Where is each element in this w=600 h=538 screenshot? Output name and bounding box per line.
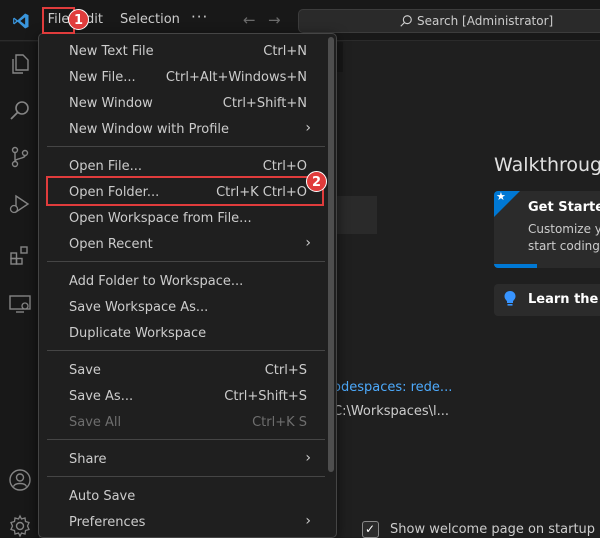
chevron-right-icon: › [305, 513, 311, 529]
recent-item-path: C:\Workspaces\l... [333, 404, 450, 419]
menu-item-shortcut: Ctrl+O [262, 159, 307, 174]
menu-separator [47, 476, 325, 477]
menu-item-share[interactable]: Share › [39, 446, 327, 472]
menu-item-label: New Window with Profile [69, 122, 230, 137]
search-sidebar-icon[interactable] [8, 98, 32, 122]
open-folder-highlight [46, 176, 324, 206]
menu-item-shortcut: Ctrl+Shift+S [224, 389, 307, 404]
menu-item-label: Duplicate Workspace [69, 326, 207, 341]
menu-item-label: Save Workspace As... [69, 300, 209, 315]
menu-item-save-all: Save All Ctrl+K S [39, 409, 327, 435]
menu-item-label: New Text File [69, 44, 154, 59]
forward-arrow-icon[interactable]: → [268, 11, 281, 29]
star-icon: ★ [496, 191, 506, 203]
learn-fundamentals-title: Learn the Fu [528, 292, 600, 307]
menu-item-label: Save [69, 363, 101, 378]
menu-item-add-folder-to-workspace[interactable]: Add Folder to Workspace... [39, 268, 327, 294]
account-icon[interactable] [8, 468, 32, 492]
chevron-right-icon: › [305, 235, 311, 251]
menu-item-open-workspace-from-file[interactable]: Open Workspace from File... [39, 205, 327, 231]
explorer-icon[interactable] [8, 52, 32, 76]
get-started-card[interactable]: ★ Get Started Customize y start coding [494, 191, 600, 268]
vscode-logo-icon [13, 13, 29, 29]
chevron-right-icon: › [305, 120, 311, 136]
show-welcome-checkbox[interactable]: ✓ [362, 521, 379, 538]
menu-item-open-recent[interactable]: Open Recent › [39, 231, 327, 257]
menu-item-label: Share [69, 452, 107, 467]
menu-item-label: Open Workspace from File... [69, 211, 252, 226]
step-badge-1: 1 [68, 9, 89, 30]
menu-item-shortcut: Ctrl+Shift+N [222, 96, 307, 111]
source-control-icon[interactable] [8, 145, 32, 169]
menu-item-preferences[interactable]: Preferences › [39, 509, 327, 535]
get-started-progress [494, 264, 537, 268]
menu-item-label: Save All [69, 415, 122, 430]
menu-item-auto-save[interactable]: Auto Save [39, 483, 327, 509]
step-badge-2: 2 [306, 171, 327, 192]
menu-scrollbar[interactable] [328, 37, 334, 472]
show-welcome-label: Show welcome page on startup [390, 522, 596, 537]
menu-item-save-as[interactable]: Save As... Ctrl+Shift+S [39, 383, 327, 409]
search-text: Search [Administrator] [417, 14, 554, 28]
command-center-search[interactable]: Search [Administrator] [298, 9, 600, 33]
get-started-description: Customize y [528, 222, 600, 236]
menu-item-save[interactable]: Save Ctrl+S [39, 357, 327, 383]
back-arrow-icon[interactable]: ← [243, 11, 256, 29]
menu-separator [47, 146, 325, 147]
run-debug-icon[interactable] [8, 192, 32, 216]
menu-item-new-window[interactable]: New Window Ctrl+Shift+N [39, 90, 327, 116]
get-started-description-2: start coding [528, 239, 600, 253]
menu-item-new-text-file[interactable]: New Text File Ctrl+N [39, 38, 327, 64]
menu-item-shortcut: Ctrl+N [263, 44, 307, 59]
search-icon [400, 15, 412, 27]
check-icon: ✓ [365, 522, 376, 536]
chevron-right-icon: › [305, 450, 311, 466]
extensions-icon[interactable] [8, 243, 32, 267]
gear-icon[interactable] [8, 514, 32, 538]
walkthroughs-heading: Walkthrougl [494, 154, 600, 176]
file-menu-dropdown: New Text File Ctrl+N New File... Ctrl+Al… [38, 33, 337, 538]
menu-item-label: New File... [69, 70, 136, 85]
recent-item-link[interactable]: odespaces: rede... [333, 380, 452, 395]
activity-bar [0, 42, 40, 538]
remote-explorer-icon[interactable] [8, 292, 32, 316]
learn-fundamentals-card[interactable]: Learn the Fu [494, 284, 600, 316]
menu-item-label: Open Recent [69, 237, 153, 252]
get-started-title: Get Started [528, 200, 600, 215]
more-menu-button[interactable]: ··· [191, 8, 208, 26]
menu-separator [47, 439, 325, 440]
lightbulb-icon [504, 291, 516, 306]
menu-item-label: Open File... [69, 159, 143, 174]
menu-item-shortcut: Ctrl+Alt+Windows+N [165, 70, 307, 85]
selection-menu[interactable]: Selection [120, 12, 180, 27]
menu-item-new-window-with-profile[interactable]: New Window with Profile › [39, 116, 327, 142]
menu-item-label: Auto Save [69, 489, 136, 504]
menu-item-label: New Window [69, 96, 153, 111]
menu-item-shortcut: Ctrl+K S [252, 415, 307, 430]
menu-item-label: Add Folder to Workspace... [69, 274, 244, 289]
menu-separator [47, 261, 325, 262]
welcome-panel-block [334, 196, 377, 234]
menu-item-label: Preferences [69, 515, 146, 530]
menu-item-save-workspace-as[interactable]: Save Workspace As... [39, 294, 327, 320]
menu-item-duplicate-workspace[interactable]: Duplicate Workspace [39, 320, 327, 346]
menu-item-label: Save As... [69, 389, 134, 404]
menu-item-shortcut: Ctrl+S [264, 363, 307, 378]
menu-item-new-file[interactable]: New File... Ctrl+Alt+Windows+N [39, 64, 327, 90]
menu-separator [47, 350, 325, 351]
